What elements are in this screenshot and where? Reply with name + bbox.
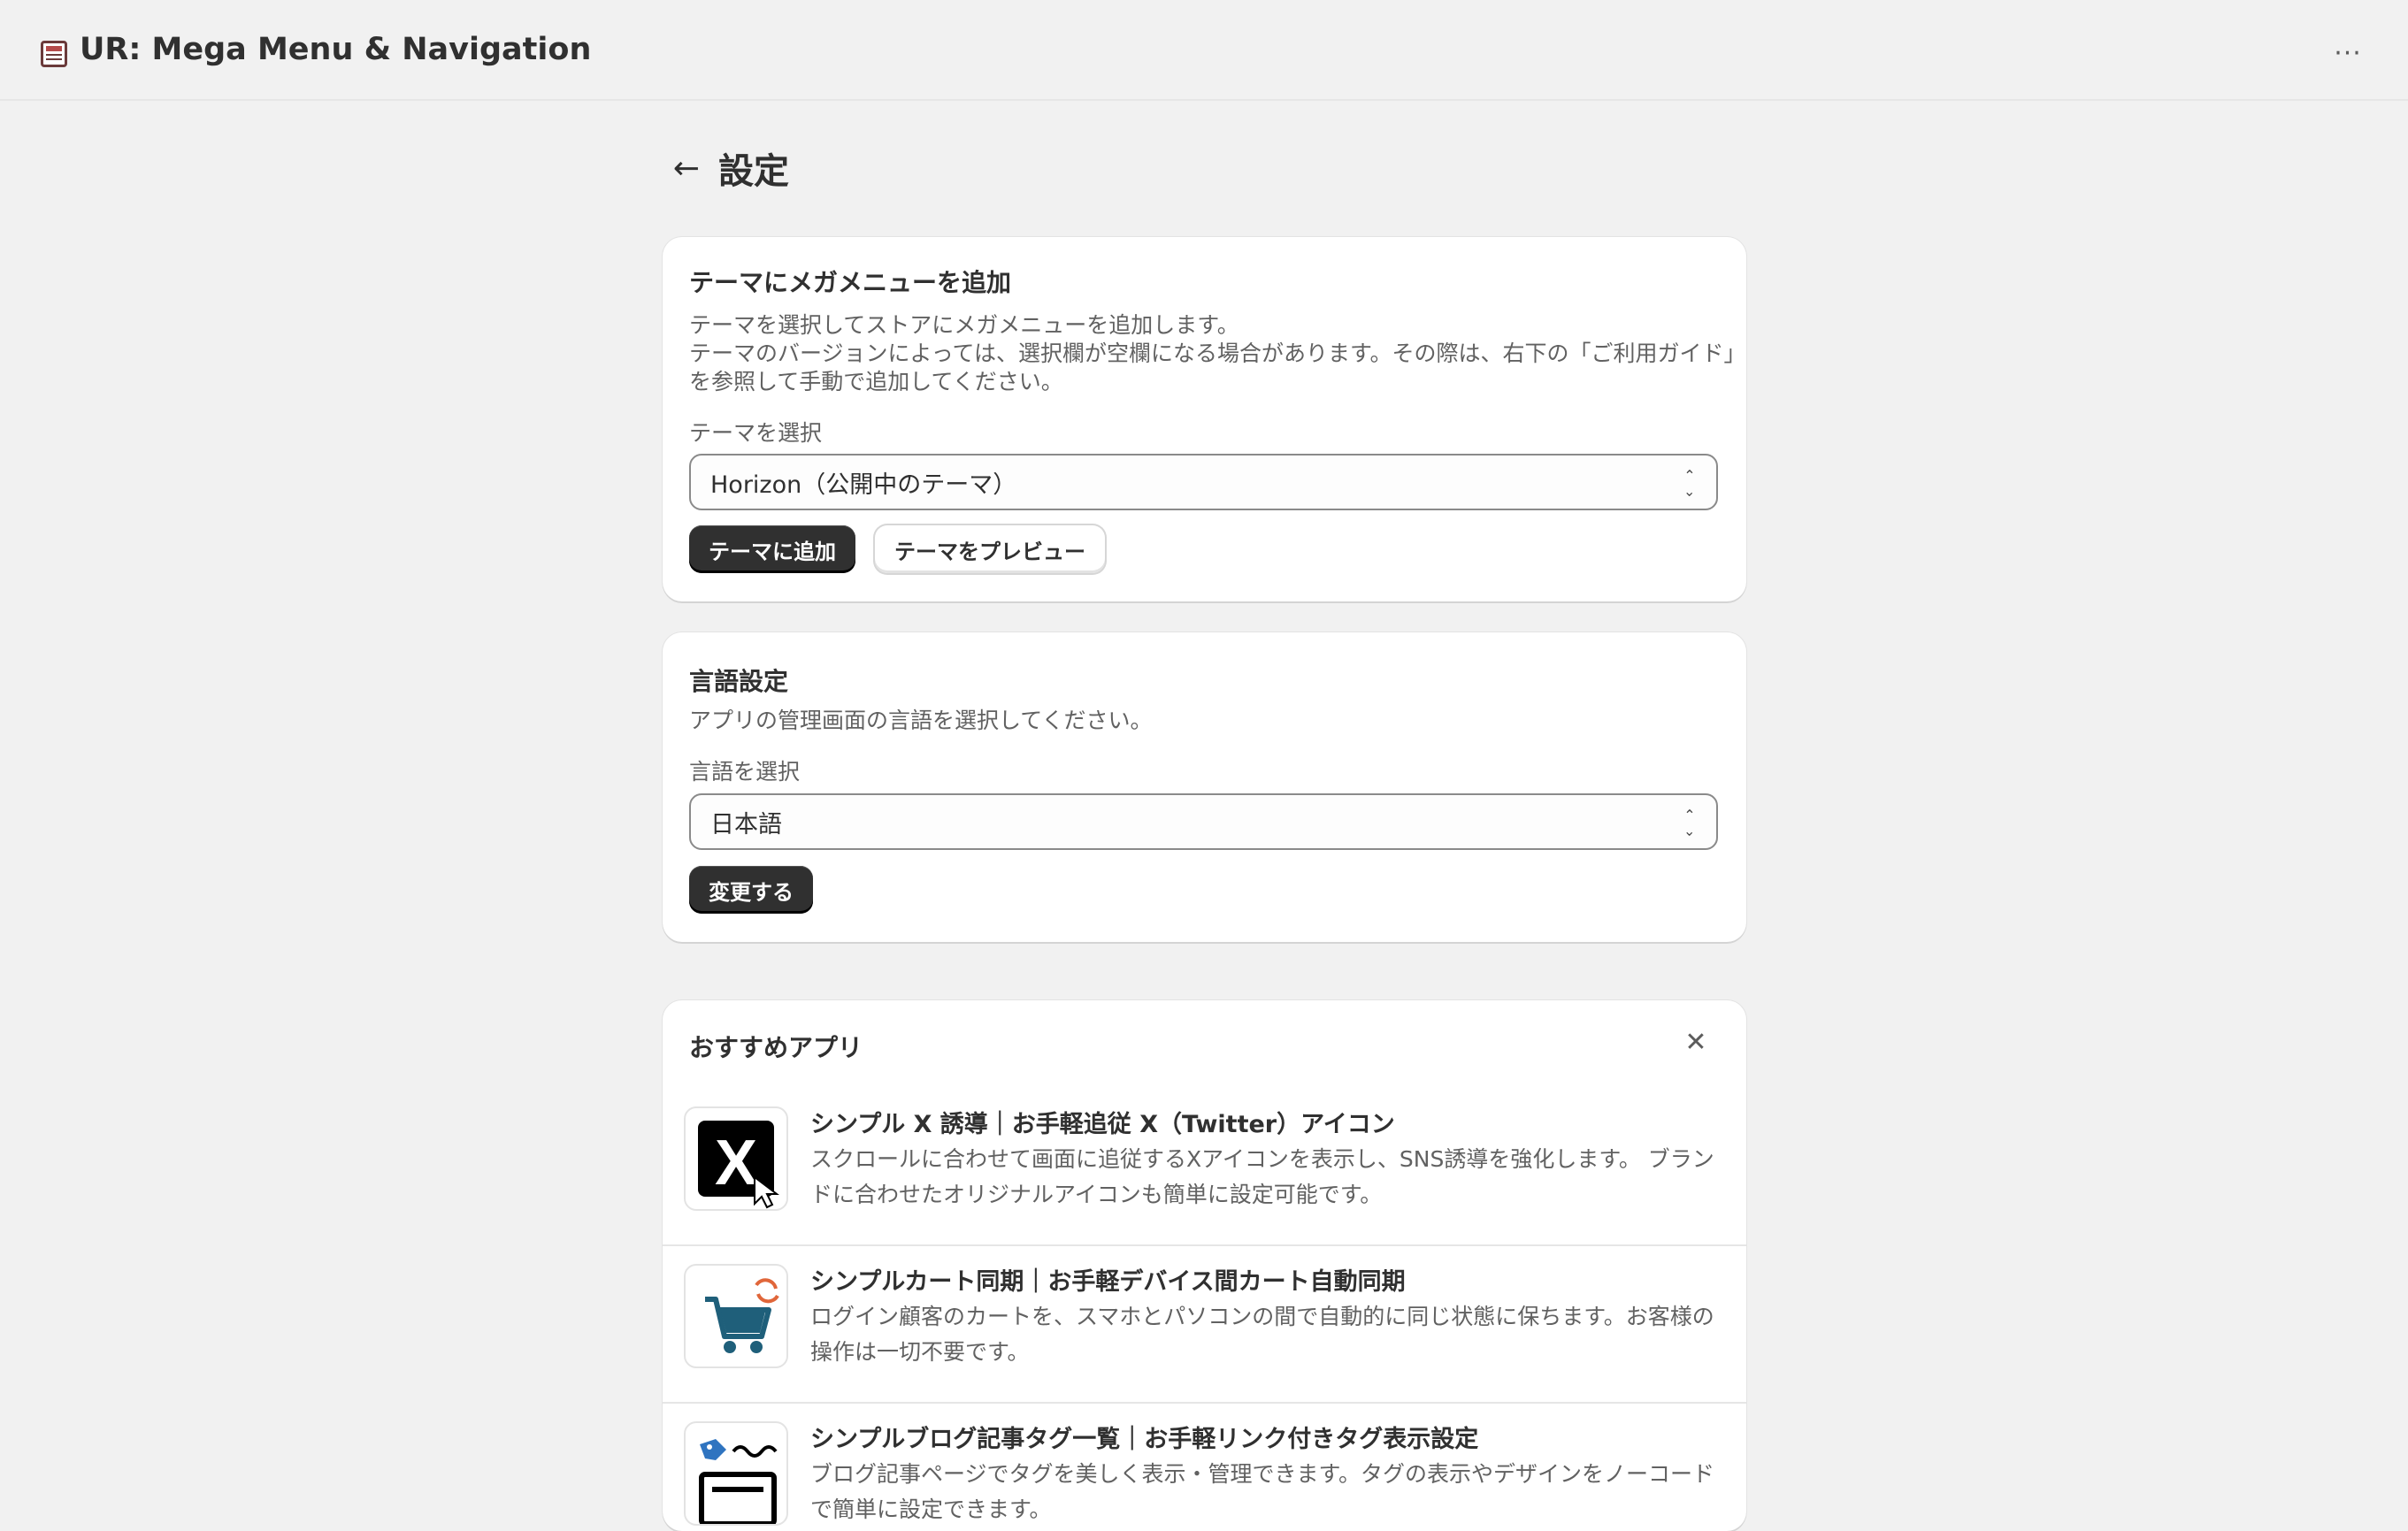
theme-card-description-line: テーマのバージョンによっては、選択欄が空欄になる場合があります。その際は、右下の… [689,341,1746,366]
select-chevron-icon: ⌃ ⌃ [1683,807,1696,839]
app-logo-icon [41,41,67,67]
theme-card-heading: テーマにメガメニューを追加 [689,268,1012,297]
add-to-theme-button[interactable]: テーマに追加 [689,525,855,573]
x-logo-cursor-icon: X [684,1106,788,1211]
select-chevron-icon: ⌃ ⌃ [1683,467,1696,500]
recommended-apps-card: おすすめアプリ ✕ X シンプル X 誘導｜お手軽追従 X（Twitter）アイ… [663,1000,1746,1531]
theme-select-label: テーマを選択 [689,420,823,446]
recommended-app-item[interactable]: シンプルブログ記事タグ一覧｜お手軽リンク付きタグ表示設定 ブログ記事ページでタグ… [663,1404,1746,1531]
language-select-label: 言語を選択 [689,759,801,785]
recommended-apps-heading: おすすめアプリ [689,1033,863,1062]
cart-sync-icon [684,1264,788,1368]
app-titlebar: UR: Mega Menu & Navigation ··· [0,0,2408,101]
svg-text:X: X [715,1128,757,1198]
page-title: 設定 [718,151,789,192]
recommended-app-item[interactable]: シンプルカート同期｜お手軽デバイス間カート自動同期 ログイン顧客のカートを、スマ… [663,1246,1746,1404]
recommended-app-title: シンプル X 誘導｜お手軽追従 X（Twitter）アイコン [810,1111,1395,1138]
back-arrow-icon[interactable]: ← [667,149,706,188]
recommended-app-item[interactable]: X シンプル X 誘導｜お手軽追従 X（Twitter）アイコン スクロールに合… [663,1089,1746,1246]
app-title: UR: Mega Menu & Navigation [80,32,592,67]
recommended-app-title: シンプルカート同期｜お手軽デバイス間カート自動同期 [810,1268,1406,1296]
language-select-value: 日本語 [710,810,782,838]
language-card-heading: 言語設定 [689,667,789,696]
recommended-app-description: ログイン顧客のカートを、スマホとパソコンの間で自動的に同じ状態に保ちます。お客様… [810,1304,1714,1365]
theme-card-description-line: テーマを選択してストアにメガメニューを追加します。 [689,312,1239,338]
theme-card-description-line: を参照して手動で追加してください。 [689,369,1063,394]
more-actions-button[interactable]: ··· [2328,37,2367,69]
language-select[interactable]: 日本語 ⌃ ⌃ [689,793,1718,850]
preview-theme-button[interactable]: テーマをプレビュー [875,525,1105,573]
recommended-app-description: ブログ記事ページでタグを美しく表示・管理できます。タグの表示やデザインをノーコー… [810,1461,1715,1522]
change-language-button[interactable]: 変更する [689,866,813,914]
theme-card: テーマにメガメニューを追加 テーマを選択してストアにメガメニューを追加します。 … [663,237,1746,601]
recommended-app-description: スクロールに合わせて画面に追従するXアイコンを表示し、SNS誘導を強化します。 … [810,1146,1714,1207]
theme-select-value: Horizon（公開中のテーマ） [710,471,1017,499]
language-card: 言語設定 アプリの管理画面の言語を選択してください。 言語を選択 日本語 ⌃ ⌃ … [663,632,1746,942]
theme-select[interactable]: Horizon（公開中のテーマ） ⌃ ⌃ [689,454,1718,510]
app-window: UR: Mega Menu & Navigation ··· ← 設定 テーマに… [0,0,2408,1531]
language-card-description: アプリの管理画面の言語を選択してください。 [689,708,1153,733]
page-header: ← 設定 [667,142,789,195]
blog-tag-icon [684,1421,788,1526]
close-icon[interactable]: ✕ [1681,1027,1711,1058]
recommended-app-title: シンプルブログ記事タグ一覧｜お手軽リンク付きタグ表示設定 [810,1426,1479,1453]
